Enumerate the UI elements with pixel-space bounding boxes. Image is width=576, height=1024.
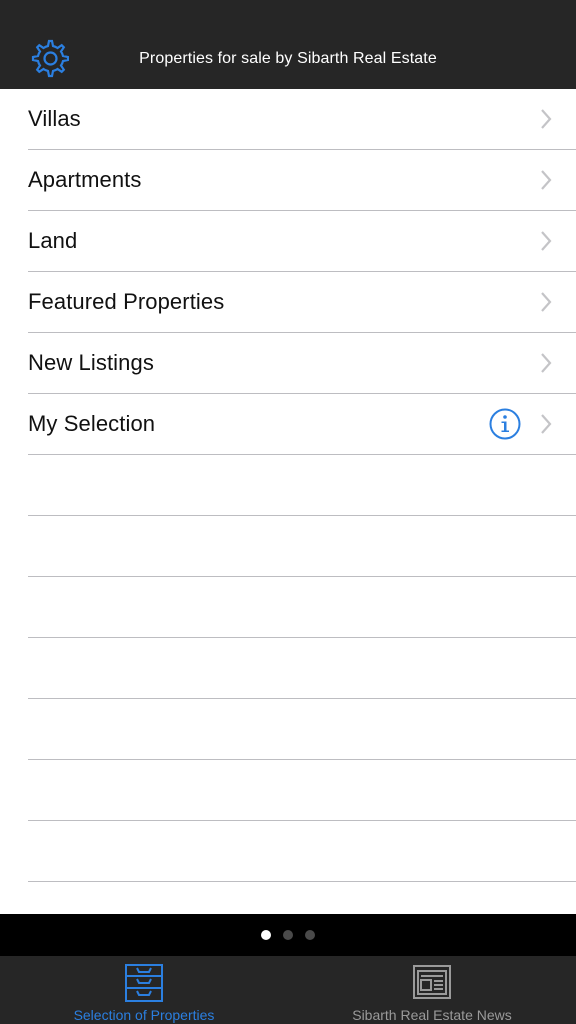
page-indicator[interactable] [0,914,576,956]
list-item-featured-properties[interactable]: Featured Properties [28,272,576,333]
list-item-new-listings[interactable]: New Listings [28,333,576,394]
list-item-label: Land [28,228,78,253]
list-item-label: Featured Properties [28,289,225,314]
list-item-label: New Listings [28,350,154,375]
tab-sibarth-real-estate-news[interactable]: Sibarth Real Estate News [288,956,576,1024]
screen: Properties for sale by Sibarth Real Esta… [0,0,576,1024]
empty-row [28,699,576,760]
tab-label: Sibarth Real Estate News [352,1007,512,1023]
list-item-my-selection[interactable]: My Selection [28,394,576,455]
newspaper-icon [413,965,451,999]
tab-selection-of-properties[interactable]: Selection of Properties [0,956,288,1024]
tab-bar: Selection of Properties Sibarth Real Est… [0,956,576,1024]
empty-row [28,821,576,882]
list-item-apartments[interactable]: Apartments [28,150,576,211]
property-category-list: Villas Apartments Land Featured Properti… [0,89,576,882]
chevron-right-icon [541,353,552,373]
page-dot[interactable] [261,930,271,940]
empty-row [28,638,576,699]
tab-label: Selection of Properties [73,1007,215,1023]
navigation-bar: Properties for sale by Sibarth Real Esta… [0,0,576,89]
page-title: Properties for sale by Sibarth Real Esta… [139,50,437,67]
empty-row [28,455,576,516]
chevron-right-icon [541,109,552,129]
page-dot[interactable] [305,930,315,940]
chevron-right-icon [541,292,552,312]
list-item-label: Apartments [28,167,142,192]
empty-row [28,760,576,821]
empty-row [28,516,576,577]
info-icon[interactable] [489,408,521,440]
empty-row [28,577,576,638]
list-item-label: Villas [28,106,81,131]
list-item-label: My Selection [28,411,156,436]
chevron-right-icon [541,231,552,251]
list-item-villas[interactable]: Villas [28,89,576,150]
chevron-right-icon [541,414,552,434]
list-item-land[interactable]: Land [28,211,576,272]
page-dot[interactable] [283,930,293,940]
chevron-right-icon [541,170,552,190]
drawer-icon [125,964,163,1002]
